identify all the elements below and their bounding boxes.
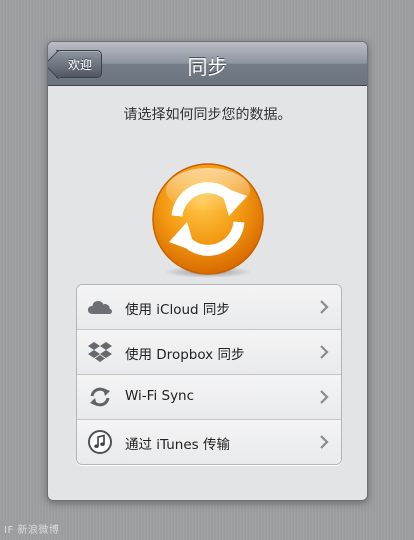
option-label: Wi-Fi Sync	[125, 388, 195, 404]
back-button-label: 欢迎	[68, 58, 93, 72]
itunes-icon	[88, 430, 112, 454]
option-label: 使用 Dropbox 同步	[125, 347, 245, 363]
chevron-right-icon	[320, 390, 329, 404]
sync-arrows-icon	[152, 163, 264, 278]
sync-prompt-text: 请选择如何同步您的数据。	[123, 107, 292, 123]
sync-options-list: 使用 iCloud 同步 使用 Dropbox 同步 Wi-Fi Sync 通过…	[76, 284, 342, 465]
icloud-icon	[88, 301, 112, 314]
navigation-bar: 欢迎 同步	[48, 42, 367, 86]
option-label: 通过 iTunes 传输	[125, 437, 230, 453]
dropbox-icon	[88, 342, 112, 362]
watermark-text: IF 新浪微博	[4, 525, 60, 536]
page-title: 同步	[187, 55, 228, 79]
option-label: 使用 iCloud 同步	[125, 302, 230, 318]
option-dropbox-sync[interactable]: 使用 Dropbox 同步	[77, 330, 341, 375]
chevron-right-icon	[320, 345, 329, 359]
wifi-sync-icon	[90, 387, 110, 407]
sync-popover: 欢迎 同步 请选择如何同步您的数据。 使用 iCloud 同步 使用 Dropb…	[47, 41, 368, 501]
option-icloud-sync[interactable]: 使用 iCloud 同步	[77, 285, 341, 330]
chevron-right-icon	[320, 300, 329, 314]
option-wifi-sync[interactable]: Wi-Fi Sync	[77, 375, 341, 420]
option-itunes-transfer[interactable]: 通过 iTunes 传输	[77, 420, 341, 464]
chevron-right-icon	[320, 435, 329, 449]
